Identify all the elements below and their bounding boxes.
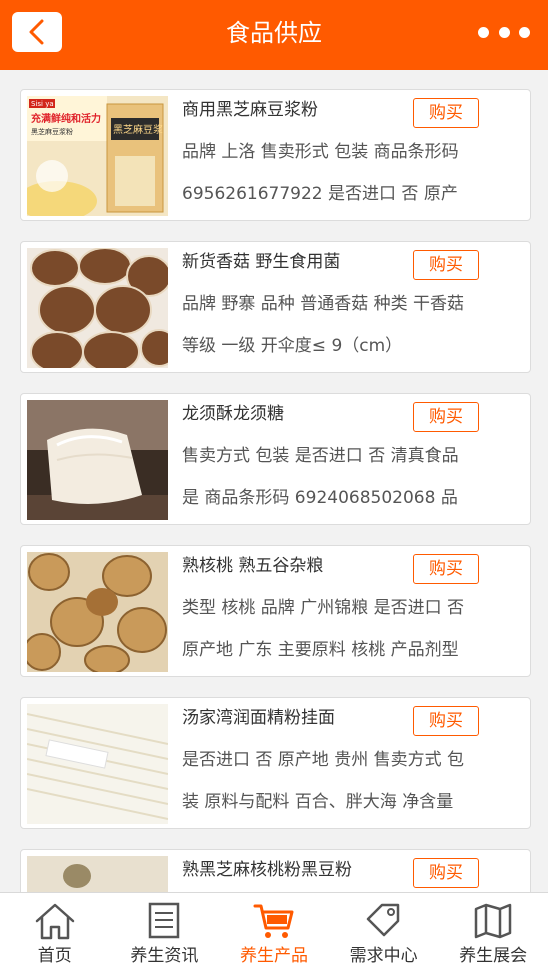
- product-image-walnut[interactable]: [27, 552, 168, 672]
- product-desc-line: 是否进口 否 原产地 贵州 售卖方式 包: [182, 750, 465, 770]
- tab-home[interactable]: 首页: [0, 893, 110, 975]
- pack-text: 黑芝麻豆浆: [113, 123, 163, 136]
- tab-label: 养生展会: [459, 946, 528, 966]
- product-desc-line: 6956261677922 是否进口 否 原产: [182, 184, 458, 204]
- tab-demand-center[interactable]: 需求中心: [329, 893, 439, 975]
- product-name[interactable]: 汤家湾润面精粉挂面: [182, 706, 335, 730]
- product-image-soymilk-powder[interactable]: Sisi ya 充满鲜纯和活力 黑芝麻豆浆粉 黑芝麻豆浆: [27, 96, 168, 216]
- product-desc-line: 品牌 野寨 品种 普通香菇 种类 干香菇: [182, 294, 465, 314]
- buy-button[interactable]: 购买: [413, 706, 479, 736]
- cart-icon: [253, 904, 294, 938]
- news-icon: [149, 902, 180, 939]
- page-title: 食品供应: [226, 19, 322, 47]
- buy-button[interactable]: 购买: [413, 250, 479, 280]
- product-image-mushroom[interactable]: [27, 248, 168, 368]
- map-icon: [474, 903, 512, 939]
- more-dots-icon: [478, 26, 489, 38]
- product-desc-line: 类型 核桃 品牌 广州锦粮 是否进口 否: [182, 598, 465, 618]
- product-desc-line: 是 商品条形码 6924068502068 品: [182, 488, 458, 508]
- product-desc-line: 原产地 广东 主要原料 核桃 产品剂型: [182, 640, 459, 660]
- buy-button[interactable]: 购买: [413, 858, 479, 888]
- tag-icon: [366, 903, 399, 937]
- tab-news[interactable]: 养生资讯: [110, 893, 220, 975]
- buy-button[interactable]: 购买: [413, 402, 479, 432]
- product-card[interactable]: 熟黑芝麻核桃粉黑豆粉 购买: [20, 849, 531, 892]
- brand-text: Sisi ya: [31, 100, 54, 108]
- product-card[interactable]: 新货香菇 野生食用菌 购买 品牌 野寨 品种 普通香菇 种类 干香菇 等级 一级…: [20, 241, 531, 373]
- tab-label: 养生产品: [239, 946, 308, 966]
- buy-button[interactable]: 购买: [413, 98, 479, 128]
- product-list[interactable]: Sisi ya 充满鲜纯和活力 黑芝麻豆浆粉 黑芝麻豆浆 商用黑芝麻豆浆粉 购买…: [0, 70, 548, 892]
- bottom-tab-bar: 首页 养生资讯 养生产品 需求中心 养生展会: [0, 892, 548, 975]
- tab-expo[interactable]: 养生展会: [438, 893, 548, 975]
- sub-text: 黑芝麻豆浆粉: [31, 127, 73, 136]
- slogan-text: 充满鲜纯和活力: [31, 112, 101, 125]
- buy-button[interactable]: 购买: [413, 554, 479, 584]
- more-dot: [519, 26, 530, 38]
- product-card[interactable]: 汤家湾润面精粉挂面 购买 是否进口 否 原产地 贵州 售卖方式 包 装 原料与配…: [20, 697, 531, 829]
- product-image-sesame-powder[interactable]: [27, 856, 168, 892]
- product-name[interactable]: 熟黑芝麻核桃粉黑豆粉: [182, 858, 352, 882]
- app-header: 食品供应: [0, 0, 548, 70]
- product-desc-line: 售卖方式 包装 是否进口 否 清真食品: [182, 446, 459, 466]
- product-card[interactable]: 熟核桃 熟五谷杂粮 购买 类型 核桃 品牌 广州锦粮 是否进口 否 原产地 广东…: [20, 545, 531, 677]
- product-image-noodles[interactable]: [27, 704, 168, 824]
- tab-label: 需求中心: [349, 946, 418, 966]
- product-image-dragon-candy[interactable]: [27, 400, 168, 520]
- product-desc-line: 装 原料与配料 百合、胖大海 净含量: [182, 792, 454, 812]
- product-name[interactable]: 新货香菇 野生食用菌: [182, 250, 340, 274]
- product-card[interactable]: 龙须酥龙须糖 购买 售卖方式 包装 是否进口 否 清真食品 是 商品条形码 69…: [20, 393, 531, 525]
- tab-products[interactable]: 养生产品: [219, 893, 329, 975]
- product-name[interactable]: 熟核桃 熟五谷杂粮: [182, 554, 323, 578]
- product-desc-line: 品牌 上洛 售卖形式 包装 商品条形码: [182, 142, 459, 162]
- more-dot: [498, 26, 510, 38]
- product-card[interactable]: Sisi ya 充满鲜纯和活力 黑芝麻豆浆粉 黑芝麻豆浆 商用黑芝麻豆浆粉 购买…: [20, 89, 531, 221]
- home-icon: [35, 903, 75, 940]
- tab-label: 养生资讯: [130, 946, 199, 966]
- tab-label: 首页: [37, 946, 72, 966]
- more-button[interactable]: [478, 22, 530, 42]
- product-name[interactable]: 龙须酥龙须糖: [182, 402, 284, 426]
- product-desc-line: 等级 一级 开伞度≤ 9（cm）: [182, 336, 403, 356]
- product-name[interactable]: 商用黑芝麻豆浆粉: [182, 98, 318, 122]
